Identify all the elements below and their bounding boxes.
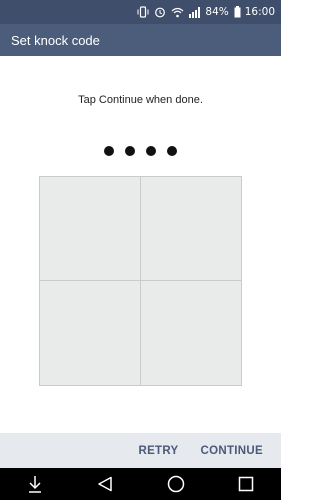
- action-bar: RETRY CONTINUE: [0, 433, 281, 468]
- entered-code-dots: [104, 146, 177, 156]
- continue-button[interactable]: CONTINUE: [201, 445, 263, 457]
- title-bar: Set knock code: [0, 24, 281, 56]
- vibrate-icon: [137, 0, 149, 24]
- knock-pad-bottom-left[interactable]: [40, 281, 141, 385]
- alarm-icon: [154, 0, 166, 24]
- knock-code-pad: [39, 176, 242, 386]
- back-icon[interactable]: [90, 469, 120, 499]
- down-arrow-icon[interactable]: [20, 469, 50, 499]
- code-dot: [125, 146, 135, 156]
- battery-icon: [234, 0, 241, 24]
- signal-icon: [189, 0, 201, 24]
- wifi-icon: [171, 0, 184, 24]
- screen: 84% 16:00 Set knock code Tap Continue wh…: [0, 0, 281, 500]
- knock-pad-top-left[interactable]: [40, 177, 141, 281]
- code-dot: [104, 146, 114, 156]
- code-dot: [146, 146, 156, 156]
- recents-icon[interactable]: [231, 469, 261, 499]
- status-bar: 84% 16:00: [0, 0, 281, 24]
- clock: 16:00: [244, 6, 275, 18]
- page-title: Set knock code: [11, 32, 100, 48]
- retry-button[interactable]: RETRY: [138, 445, 178, 457]
- home-icon[interactable]: [161, 469, 191, 499]
- knock-pad-top-right[interactable]: [140, 177, 241, 281]
- code-dot: [167, 146, 177, 156]
- battery-percent: 84%: [205, 6, 229, 18]
- instruction-text: Tap Continue when done.: [78, 94, 203, 106]
- navigation-bar: [0, 468, 281, 500]
- knock-pad-bottom-right[interactable]: [141, 281, 242, 385]
